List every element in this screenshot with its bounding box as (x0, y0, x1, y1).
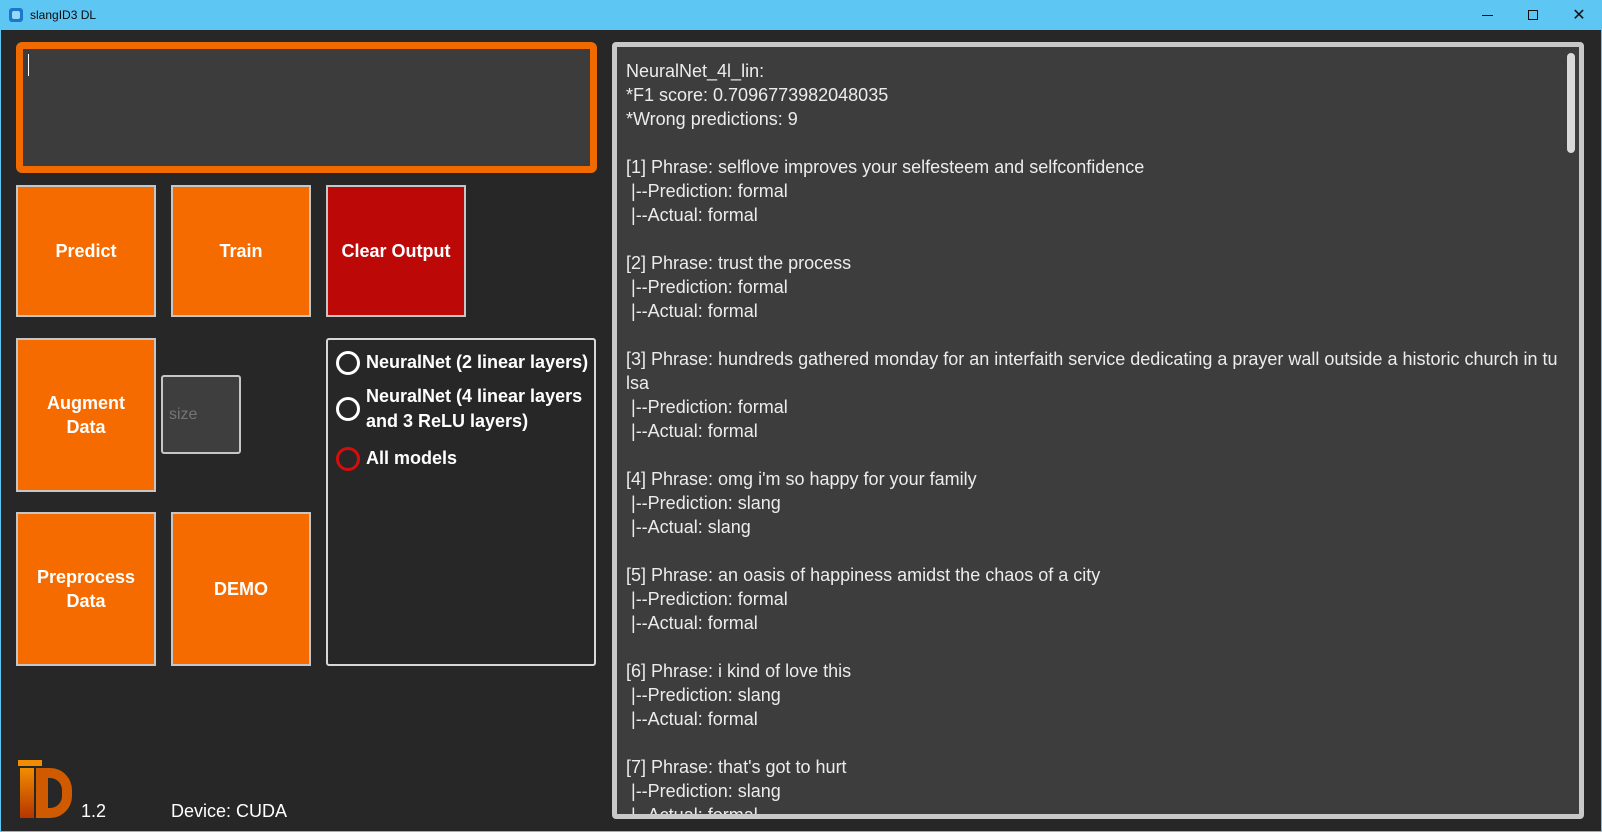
clear-output-label: Clear Output (341, 241, 451, 261)
model-option-label: NeuralNet (4 linear layers and 3 ReLU la… (366, 386, 583, 431)
predict-label: Predict (55, 241, 117, 261)
model-option-4-linear-relu[interactable]: NeuralNet (4 linear layers and 3 ReLU la… (336, 384, 596, 434)
clear-output-button[interactable]: Clear Output (326, 185, 466, 317)
minimize-button[interactable] (1464, 0, 1510, 30)
model-selector: NeuralNet (2 linear layers) NeuralNet (4… (326, 338, 596, 666)
maximize-icon (1528, 10, 1538, 20)
augment-data-label: Augment Data (47, 393, 125, 437)
device-label: Device: CUDA (171, 801, 288, 821)
predict-button[interactable]: Predict (16, 185, 156, 317)
title-bar: slangID3 DL ✕ (0, 0, 1602, 30)
minimize-icon (1481, 14, 1493, 16)
radio-icon[interactable] (336, 397, 360, 421)
phrase-input[interactable] (16, 42, 597, 173)
preprocess-data-label: Preprocess Data (36, 567, 136, 611)
logo-i (20, 768, 34, 818)
text-caret (28, 54, 29, 76)
model-option-label: All models (366, 448, 458, 468)
version-label: 1.2 (81, 801, 107, 821)
slangid3-logo-icon (16, 760, 76, 820)
radio-icon[interactable] (336, 351, 360, 375)
radio-selected-icon[interactable] (336, 447, 360, 471)
train-button[interactable]: Train (171, 185, 311, 317)
close-icon: ✕ (1572, 5, 1586, 24)
model-option-2-linear[interactable]: NeuralNet (2 linear layers) (336, 350, 596, 375)
size-input[interactable] (161, 375, 241, 454)
output-scrollbar[interactable] (1567, 53, 1575, 153)
output-text: NeuralNet_4l_lin: *F1 score: 0.709677398… (626, 61, 1558, 819)
train-label: Train (219, 241, 263, 261)
app-icon (9, 8, 23, 22)
model-option-label: NeuralNet (2 linear layers) (366, 352, 589, 372)
output-panel[interactable]: NeuralNet_4l_lin: *F1 score: 0.709677398… (612, 42, 1584, 819)
model-option-all-models[interactable]: All models (336, 446, 596, 471)
augment-data-button[interactable]: Augment Data (16, 338, 156, 492)
demo-button[interactable]: DEMO (171, 512, 311, 666)
maximize-button[interactable] (1510, 0, 1556, 30)
logo-d (36, 768, 72, 818)
preprocess-data-button[interactable]: Preprocess Data (16, 512, 156, 666)
logo-dot (18, 760, 42, 766)
demo-label: DEMO (214, 579, 268, 599)
window-title: slangID3 DL (30, 8, 97, 22)
close-button[interactable]: ✕ (1556, 0, 1602, 30)
